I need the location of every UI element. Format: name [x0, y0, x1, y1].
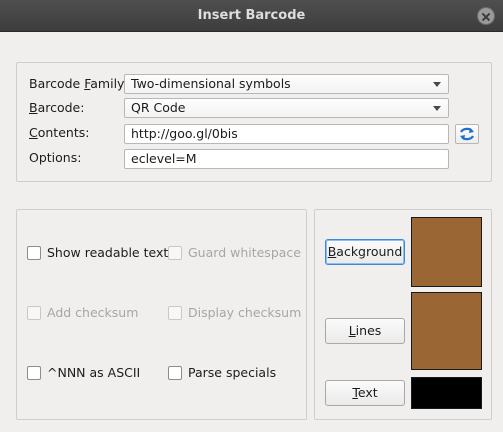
barcode-label: Barcode:: [29, 100, 85, 115]
parse-specials-checkbox[interactable]: Parse specials: [168, 363, 298, 383]
swap-button[interactable]: [455, 124, 479, 144]
lines-color-button[interactable]: Lines: [325, 318, 405, 344]
chevron-down-icon: [433, 82, 441, 87]
text-color-swatch: [411, 377, 482, 409]
options-label: Options:: [29, 150, 82, 165]
contents-input[interactable]: http://goo.gl/0bis: [124, 124, 449, 144]
checkbox-box: [168, 246, 182, 260]
barcode-family-label: Barcode Family:: [29, 76, 128, 91]
checkbox-box[interactable]: [27, 246, 41, 260]
contents-label: Contents:: [29, 125, 90, 140]
options-input[interactable]: eclevel=M: [124, 149, 449, 169]
window-title: Insert Barcode: [197, 8, 306, 23]
checkbox-box[interactable]: [168, 366, 182, 380]
lines-color-swatch: [411, 292, 482, 370]
guard-whitespace-checkbox: Guard whitespace: [168, 243, 301, 263]
show-readable-text-checkbox[interactable]: Show readable text: [27, 243, 168, 263]
close-icon[interactable]: [477, 7, 495, 25]
display-checksum-checkbox: Display checksum: [168, 303, 301, 323]
background-color-button[interactable]: Background: [325, 239, 405, 265]
background-color-swatch: [411, 217, 482, 287]
chevron-down-icon: [433, 106, 441, 111]
checkbox-box: [27, 306, 41, 320]
checkbox-box: [168, 306, 182, 320]
add-checksum-checkbox: Add checksum: [27, 303, 157, 323]
checkbox-box[interactable]: [27, 366, 41, 380]
barcode-type-select[interactable]: QR Code: [124, 98, 449, 118]
nnn-as-ascii-checkbox[interactable]: ^NNN as ASCII: [27, 363, 157, 383]
text-color-button[interactable]: Text: [325, 380, 405, 406]
swap-arrows-icon: [460, 127, 474, 141]
barcode-family-select[interactable]: Two-dimensional symbols: [124, 74, 449, 94]
